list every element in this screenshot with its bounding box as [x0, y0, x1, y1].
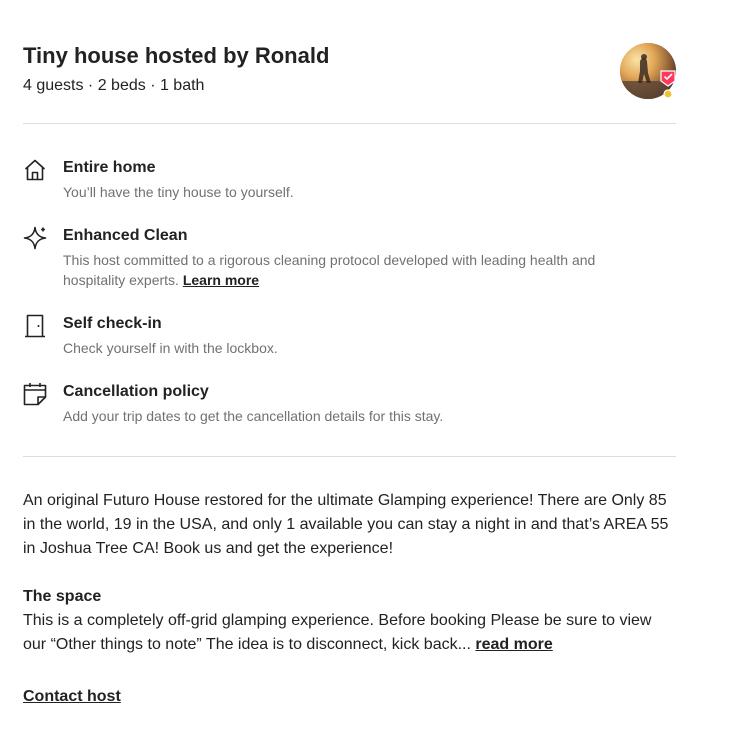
listing-highlights: Entire home You’ll have the tiny house t…: [23, 124, 676, 457]
highlight-title: Entire home: [63, 159, 156, 176]
calendar-icon: [23, 383, 47, 406]
listing-title: Tiny house hosted by Ronald: [23, 43, 330, 68]
listing-summary: 4 guests · 2 beds · 1 bath: [23, 77, 205, 94]
sparkle-icon: [23, 226, 47, 250]
listing-description: An original Futuro House restored for th…: [23, 457, 676, 707]
highlight-title: Self check-in: [63, 315, 162, 332]
description-text: An original Futuro House restored for th…: [23, 492, 669, 557]
highlight-description-text: This host committed to a rigorous cleani…: [63, 252, 596, 288]
listing-overview: Tiny house hosted by Ronald 4 guests · 2…: [23, 0, 676, 707]
host-avatar-button[interactable]: [620, 43, 676, 99]
highlight-description: You’ll have the tiny house to yourself.: [63, 184, 294, 200]
learn-more-link[interactable]: Learn more: [183, 272, 259, 288]
read-more-link[interactable]: read more: [475, 636, 552, 653]
the-space-heading: The space: [23, 588, 102, 605]
highlight-description: Add your trip dates to get the cancellat…: [63, 408, 444, 424]
door-icon: [25, 314, 45, 338]
highlight-title: Cancellation policy: [63, 383, 209, 400]
the-space-body: This is a completely off-grid glamping e…: [23, 612, 652, 653]
superhost-badge-icon: [660, 70, 676, 99]
the-space-text: This is a completely off-grid glamping e…: [23, 609, 673, 657]
highlight-description: This host committed to a rigorous cleani…: [63, 250, 643, 290]
highlight-title: Enhanced Clean: [63, 227, 188, 244]
contact-host-link[interactable]: Contact host: [23, 687, 121, 707]
listing-header: Tiny house hosted by Ronald 4 guests · 2…: [23, 0, 676, 124]
home-icon: [24, 159, 46, 181]
highlight-description: Check yourself in with the lockbox.: [63, 340, 278, 356]
